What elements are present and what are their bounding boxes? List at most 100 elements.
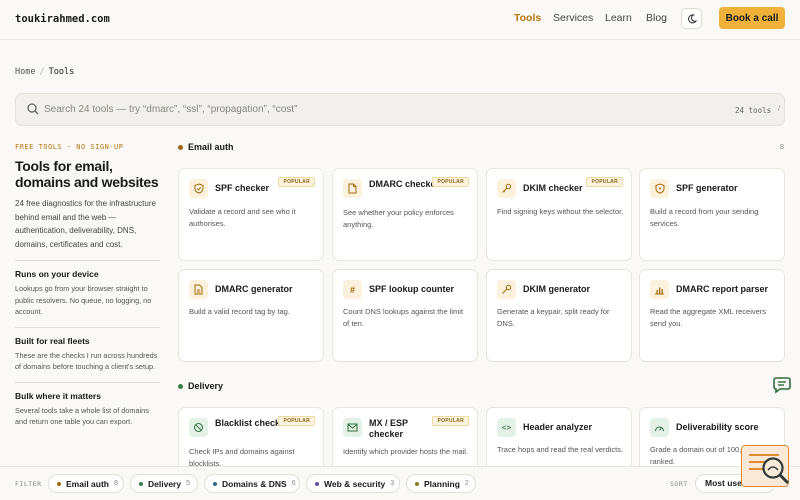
tool-card-description: Generate a keypair, split ready for DNS. (497, 307, 610, 328)
nav-learn-link[interactable]: Learn (605, 12, 632, 24)
tool-card-description: Trace hops and read the real verdicts. (497, 445, 624, 454)
popular-badge: POPULAR (432, 177, 469, 187)
section-count: 8 (779, 142, 784, 151)
pill-count: 6 (291, 480, 296, 487)
popular-badge: POPULAR (586, 177, 623, 187)
chat-icon[interactable] (772, 375, 792, 395)
filter-label: FILTER (15, 480, 42, 488)
tool-card-title: DKIM generator (523, 284, 591, 294)
point-text: These are the checks I run across hundre… (15, 350, 158, 372)
breadcrumb: Home / Tools (15, 67, 74, 77)
key-icon (497, 280, 516, 299)
popular-badge: POPULAR (432, 416, 469, 426)
code-icon: <> (497, 418, 516, 437)
key-icon (497, 179, 516, 198)
section-title: Delivery (188, 381, 224, 391)
tool-card-title: Deliverability score (676, 422, 759, 432)
point-text: Lookups go from your browser straight to… (15, 284, 152, 316)
section-header-delivery: Delivery (178, 381, 785, 393)
tool-card-dkim-checker[interactable]: DKIM checker POPULAR Find signing keys w… (486, 168, 632, 261)
pill-dot (139, 481, 143, 486)
point-text: Several tools take a whole list of domai… (15, 405, 149, 427)
filter-pill-web-security[interactable]: Web & security 3 (306, 474, 400, 493)
pill-dot (315, 481, 319, 486)
shield-icon (650, 179, 669, 198)
pill-count: 3 (390, 480, 395, 487)
hash-icon: # (343, 280, 362, 299)
tool-card-title: SPF generator (676, 183, 738, 193)
theme-toggle-button[interactable] (681, 8, 702, 29)
pill-dot (415, 481, 419, 486)
tool-card-description: Find signing keys without the selector. (497, 207, 624, 216)
document-icon (343, 179, 362, 198)
divider (15, 260, 160, 261)
pill-label: Planning (424, 478, 460, 489)
popular-badge: POPULAR (278, 416, 315, 426)
tool-card-spf-lookup-counter[interactable]: # SPF lookup counter Count DNS lookups a… (332, 269, 478, 362)
tool-card-description: Validate a record and see who it authori… (189, 207, 296, 228)
filter-bar: FILTER Email auth 8 Delivery 5 Domains & D… (0, 466, 800, 500)
tool-card-spf-checker[interactable]: SPF checker POPULAR Validate a record an… (178, 168, 324, 261)
moon-icon (687, 13, 697, 23)
tool-card-description: Build a record from your sending service… (650, 207, 759, 228)
tool-card-spf-generator[interactable]: SPF generator Build a record from your s… (639, 168, 785, 261)
site-logo[interactable]: toukirahmed.com (15, 13, 110, 25)
gauge-icon (650, 418, 669, 437)
breadcrumb-separator: / (39, 67, 45, 77)
section-title: Email auth (188, 142, 234, 152)
point-title: Bulk where it matters (15, 390, 101, 401)
popular-badge: POPULAR (278, 177, 315, 187)
tool-card-description: See whether your policy enforces anythin… (343, 208, 454, 229)
section-header-email-auth: Email auth 8 (178, 142, 785, 154)
tool-card-description: Build a valid record tag by tag. (189, 307, 290, 316)
filter-pill-email-auth[interactable]: Email auth 8 (48, 474, 124, 493)
sidebar-eyebrow: FREE TOOLS · NO SIGN-UP (15, 143, 124, 151)
section-dot (178, 384, 183, 389)
pill-label: Web & security (324, 478, 386, 489)
search-placeholder: Search 24 tools — try “dmarc”, “ssl”, “p… (44, 104, 298, 115)
breadcrumb-home-link[interactable]: Home (15, 67, 35, 77)
tool-card-description: Read the aggregate XML receivers send yo… (650, 307, 767, 328)
section-dot (178, 145, 183, 150)
pill-label: Email auth (66, 478, 109, 489)
page-intro: 24 free diagnostics for the infrastructu… (15, 199, 156, 249)
top-navigation-bar: toukirahmed.com Tools Services Learn Blo… (0, 0, 800, 40)
tool-card-title: DMARC report parser (676, 284, 769, 294)
filter-pill-planning[interactable]: Planning 2 (406, 474, 476, 493)
bar-chart-icon (650, 280, 669, 299)
ban-icon (189, 418, 208, 437)
tool-card-dmarc-checker[interactable]: DMARC checker POPULAR See whether your p… (332, 168, 478, 261)
mail-icon (343, 418, 362, 437)
pill-dot (213, 481, 217, 486)
search-icon (27, 103, 39, 115)
divider (15, 381, 160, 383)
filter-pill-delivery[interactable]: Delivery 5 (130, 474, 198, 493)
tool-card-title: Header analyzer (523, 422, 593, 432)
sort-label: SORT (670, 480, 688, 488)
page-title: Tools for email, domains and websites (15, 158, 159, 190)
tool-card-dmarc-generator[interactable]: DMARC generator Build a valid record tag… (178, 269, 324, 362)
nav-blog-link[interactable]: Blog (646, 12, 667, 24)
nav-tools-link[interactable]: Tools (514, 12, 541, 24)
tool-card-title: SPF lookup counter (369, 284, 455, 294)
magnifier-icon[interactable] (759, 454, 791, 486)
breadcrumb-current: Tools (48, 67, 75, 77)
document-icon (189, 280, 208, 299)
search-tool-count: 24 tools (735, 106, 772, 115)
tool-card-dmarc-report-parser[interactable]: DMARC report parser Read the aggregate X… (639, 269, 785, 362)
tool-search-input[interactable]: Search 24 tools — try “dmarc”, “ssl”, “p… (15, 93, 785, 126)
tool-card-dkim-generator[interactable]: DKIM generator Generate a keypair, split… (486, 269, 632, 362)
intro-sidebar: FREE TOOLS · NO SIGN-UP Tools for email,… (15, 143, 160, 428)
shield-icon (189, 179, 208, 198)
point-title: Built for real fleets (15, 335, 90, 346)
tool-card-title: DMARC generator (215, 284, 293, 294)
pill-dot (57, 481, 61, 486)
tool-card-description: Count DNS lookups against the limit of t… (343, 307, 464, 328)
pill-count: 5 (186, 480, 190, 487)
filter-pill-domains-dns[interactable]: Domains & DNS 6 (204, 474, 300, 493)
book-a-call-button[interactable]: Book a call (719, 7, 785, 29)
nav-services-link[interactable]: Services (553, 12, 593, 24)
point-title: Runs on your device (15, 269, 99, 279)
tool-card-description: Identify which provider hosts the mail. (343, 447, 469, 456)
divider (15, 326, 160, 328)
